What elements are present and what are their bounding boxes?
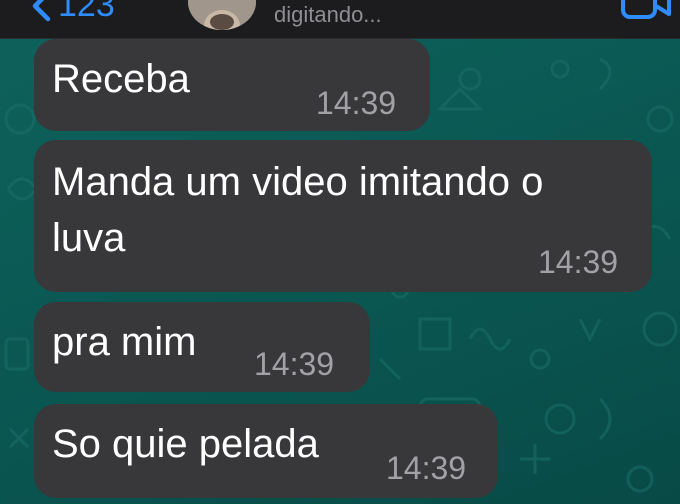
- message-timestamp: 14:39: [538, 244, 619, 280]
- message-timestamp: 14:39: [386, 450, 467, 486]
- video-call-icon[interactable]: [620, 0, 672, 24]
- message-text: pra mim: [52, 320, 197, 364]
- message-timestamp: 14:39: [254, 346, 335, 382]
- chat-header: 123 digitando...: [0, 0, 680, 39]
- message-timestamp: 14:39: [316, 85, 397, 121]
- message-bubble[interactable]: Manda um video imitando o luva 14:39: [34, 140, 652, 292]
- contact-avatar[interactable]: [188, 0, 256, 30]
- message-text: Receba: [52, 57, 190, 101]
- back-unread-count: 123: [58, 0, 115, 24]
- message-bubble[interactable]: So quie pelada 14:39: [34, 404, 498, 498]
- message-bubble[interactable]: pra mim 14:39: [34, 302, 370, 392]
- message-text-line-2: luva: [52, 216, 126, 260]
- back-button[interactable]: 123: [30, 0, 115, 25]
- message-text: So quie pelada: [52, 422, 319, 466]
- typing-status: digitando...: [274, 2, 382, 27]
- chevron-left-icon: [32, 0, 51, 21]
- message-text-line-1: Manda um video imitando o: [52, 160, 544, 204]
- message-bubble[interactable]: Receba 14:39: [34, 39, 430, 131]
